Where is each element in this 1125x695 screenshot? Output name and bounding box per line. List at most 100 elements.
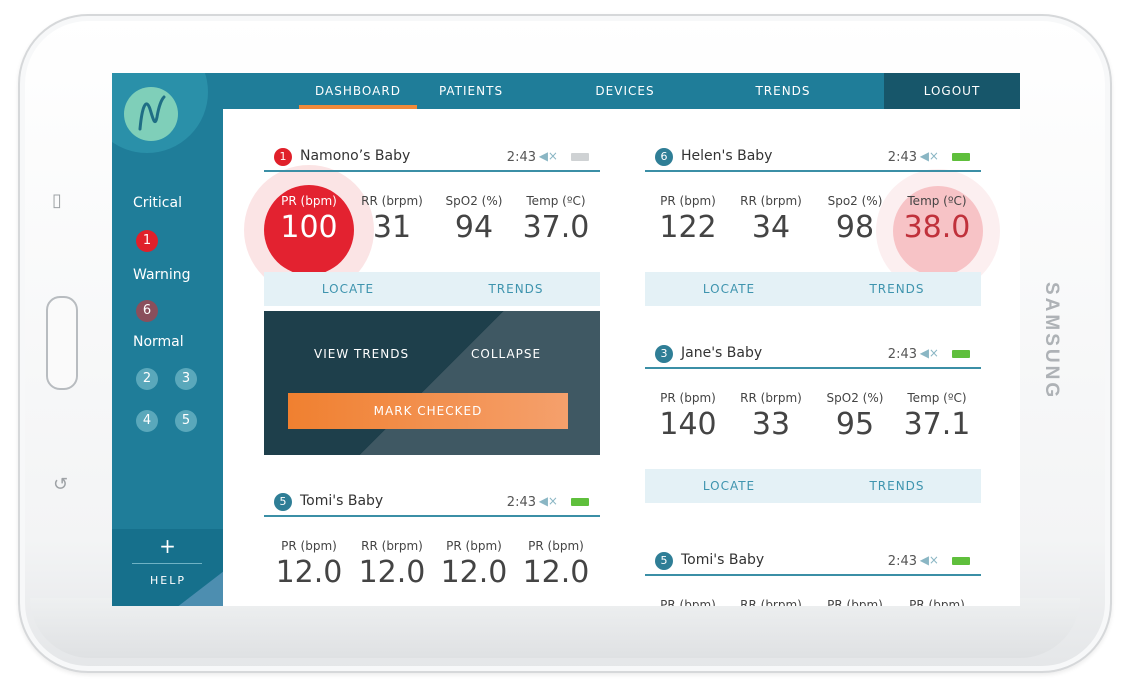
speaker-muted-icon[interactable]: ◀× <box>539 149 558 163</box>
patient-card[interactable]: 6 Helen's Baby 2:43 ◀× PR (bpm) 122 RR (… <box>645 146 981 306</box>
panel-decoration <box>264 311 600 455</box>
divider <box>132 563 202 564</box>
patient-time: 2:43 <box>887 150 917 165</box>
metric-label: PR (bpm) <box>281 539 337 553</box>
metric-value: 100 <box>280 210 338 245</box>
view-trends-button[interactable]: VIEW TRENDS <box>314 347 409 361</box>
metric-value: 95 <box>835 407 875 442</box>
battery-icon <box>952 557 970 565</box>
metric-temp: Temp (ºC) 37.0 <box>516 194 596 245</box>
logo-mark <box>124 87 178 141</box>
speaker-muted-icon[interactable]: ◀× <box>920 149 939 163</box>
expanded-actions-panel: VIEW TRENDS COLLAPSE MARK CHECKED <box>264 311 600 455</box>
metric-value: 12.0 <box>522 555 590 590</box>
trends-button[interactable]: TRENDS <box>813 469 981 503</box>
normal-patient-badge[interactable]: 5 <box>175 410 197 432</box>
metric-value: 12.0 <box>275 555 343 590</box>
metric-label: PR (bpm) <box>281 194 337 208</box>
metric: PR (bpm) <box>648 598 728 606</box>
metric-spo2: Spo2 (%) 98 <box>815 194 895 245</box>
battery-icon <box>571 498 589 506</box>
device-brand: SAMSUNG <box>1041 282 1062 401</box>
normal-patient-badge[interactable]: 2 <box>136 368 158 390</box>
metric-label: RR (brpm) <box>740 391 802 405</box>
metric-rr: RR (brpm) 34 <box>731 194 811 245</box>
metric-value: 38.0 <box>903 210 971 245</box>
normal-patient-badge[interactable]: 3 <box>175 368 197 390</box>
locate-button[interactable]: LOCATE <box>645 272 813 306</box>
locate-button[interactable]: LOCATE <box>264 272 432 306</box>
battery-icon <box>571 153 589 161</box>
metric-label: PR (bpm) <box>827 598 883 606</box>
back-icon[interactable]: ↺ <box>53 474 68 495</box>
metric-label: Temp (ºC) <box>907 194 967 208</box>
locate-button[interactable]: LOCATE <box>645 469 813 503</box>
metric: RR (brpm) 12.0 <box>352 539 432 590</box>
normal-label: Normal <box>133 334 184 350</box>
tab-patients[interactable]: PATIENTS <box>412 73 530 109</box>
battery-icon <box>952 350 970 358</box>
patient-name: Namono’s Baby <box>300 148 411 164</box>
metric-label: PR (bpm) <box>660 391 716 405</box>
metric-rr: RR (brpm) 31 <box>352 194 432 245</box>
patient-card[interactable]: 1 Namono’s Baby 2:43 ◀× PR (bpm) 100 RR … <box>264 146 600 306</box>
mark-checked-button[interactable]: MARK CHECKED <box>288 393 568 429</box>
battery-icon <box>952 153 970 161</box>
patient-time: 2:43 <box>887 554 917 569</box>
trends-button[interactable]: TRENDS <box>813 272 981 306</box>
metric-spo2: SpO2 (%) 95 <box>815 391 895 442</box>
patient-card-header: 5 Tomi's Baby 2:43 ◀× <box>645 550 981 576</box>
metric-value: 31 <box>372 210 412 245</box>
metric-value: 12.0 <box>440 555 508 590</box>
tab-devices[interactable]: DEVICES <box>566 73 684 109</box>
metric-value: 33 <box>751 407 791 442</box>
card-action-bar: LOCATE TRENDS <box>645 469 981 503</box>
home-button[interactable] <box>46 296 78 390</box>
speaker-muted-icon[interactable]: ◀× <box>920 553 939 567</box>
patient-time: 2:43 <box>887 347 917 362</box>
metric-pr: PR (bpm) 140 <box>648 391 728 442</box>
critical-patient-badge[interactable]: 1 <box>136 230 158 252</box>
patient-name: Tomi's Baby <box>300 493 384 509</box>
metric: PR (bpm) 12.0 <box>434 539 514 590</box>
metric-label: SpO2 (%) <box>445 194 503 208</box>
metric: PR (bpm) <box>815 598 895 606</box>
patient-card[interactable]: 5 Tomi's Baby 2:43 ◀× PR (bpm) RR (brpm)… <box>645 550 981 606</box>
metric: PR (bpm) <box>897 598 977 606</box>
patient-card[interactable]: 3 Jane's Baby 2:43 ◀× PR (bpm) 140 RR (b… <box>645 343 981 503</box>
patient-card-header: 3 Jane's Baby 2:43 ◀× <box>645 343 981 369</box>
trends-button[interactable]: TRENDS <box>432 272 600 306</box>
metric-label: PR (bpm) <box>909 598 965 606</box>
metric: PR (bpm) 12.0 <box>516 539 596 590</box>
warning-patient-badge[interactable]: 6 <box>136 300 158 322</box>
app-screen: Critical 1 Warning 6 Normal 2 3 4 5 + HE… <box>112 73 1020 606</box>
logout-button[interactable]: LOGOUT <box>884 73 1020 109</box>
speaker-muted-icon[interactable]: ◀× <box>920 346 939 360</box>
metric-value: 12.0 <box>358 555 426 590</box>
normal-patient-badge[interactable]: 4 <box>136 410 158 432</box>
metric-label: RR (brpm) <box>740 598 802 606</box>
metric-label: RR (brpm) <box>740 194 802 208</box>
tab-trends[interactable]: TRENDS <box>724 73 842 109</box>
metric-label: PR (bpm) <box>528 539 584 553</box>
metric-label: RR (brpm) <box>361 194 423 208</box>
metric-rr: RR (brpm) 33 <box>731 391 811 442</box>
metric-label: PR (bpm) <box>660 598 716 606</box>
patient-time: 2:43 <box>506 150 536 165</box>
patient-card[interactable]: 5 Tomi's Baby 2:43 ◀× PR (bpm) 12.0 RR (… <box>264 491 600 606</box>
patient-badge: 1 <box>274 148 292 166</box>
patient-name: Jane's Baby <box>681 345 763 361</box>
metric-temp: Temp (ºC) 37.1 <box>897 391 977 442</box>
corner-decoration <box>172 571 223 606</box>
metric-label: Spo2 (%) <box>827 194 883 208</box>
metric: RR (brpm) <box>731 598 811 606</box>
logo <box>112 73 208 153</box>
recent-apps-icon[interactable]: ▯ <box>52 190 62 211</box>
tab-dashboard[interactable]: DASHBOARD <box>299 73 417 109</box>
patient-badge: 5 <box>274 493 292 511</box>
critical-label: Critical <box>133 195 182 211</box>
patient-name: Tomi's Baby <box>681 552 765 568</box>
patient-badge: 3 <box>655 345 673 363</box>
speaker-muted-icon[interactable]: ◀× <box>539 494 558 508</box>
collapse-button[interactable]: COLLAPSE <box>471 347 541 361</box>
